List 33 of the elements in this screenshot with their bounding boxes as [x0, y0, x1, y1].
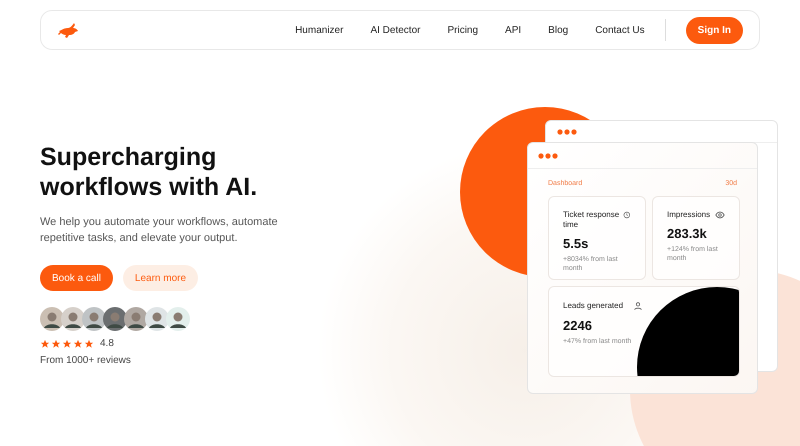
hero-title: Supercharging workflows with AI.: [40, 142, 258, 202]
avatar-icon: [124, 307, 148, 331]
window-dots-icon: [557, 128, 577, 134]
avatar-icon: [82, 307, 106, 331]
nav-link[interactable]: Contact Us: [595, 22, 645, 38]
metric-value: 5.5s: [563, 234, 590, 252]
metric-label: Leads generated: [563, 300, 624, 312]
metric-label: Ticket response time: [563, 210, 620, 230]
avatar-icon: [40, 307, 64, 331]
metric-value: 2246: [563, 316, 593, 334]
rating-score: 4.8: [100, 337, 114, 351]
star-icon: [62, 338, 72, 348]
star-icon: [73, 338, 83, 348]
avatar-icon: [61, 307, 85, 331]
metric-value: 283.3k: [667, 224, 708, 242]
clock-icon: [623, 210, 631, 220]
avatar-icon: [166, 307, 190, 331]
avatar-icon: [103, 307, 127, 331]
window-dots-icon: [538, 152, 558, 158]
avatar-icon: [145, 307, 169, 331]
metric-label: Impressions: [667, 210, 710, 220]
nav-link[interactable]: API: [505, 22, 522, 38]
star-icon: [51, 338, 61, 348]
star-icon: [40, 338, 50, 348]
hero-subtitle: We help you automate your workflows, automate repetitive tasks, and elevate your output.: [40, 215, 279, 246]
person-icon: [633, 300, 644, 310]
nav-link[interactable]: AI Detector: [370, 22, 420, 38]
nav-link[interactable]: Pricing: [447, 22, 478, 38]
eye-icon: [715, 210, 725, 220]
nav-link[interactable]: Blog: [548, 22, 568, 38]
review-count: From 1000+ reviews: [40, 354, 132, 368]
star-icon: [84, 338, 94, 348]
nav-link[interactable]: Humanizer: [295, 22, 344, 38]
